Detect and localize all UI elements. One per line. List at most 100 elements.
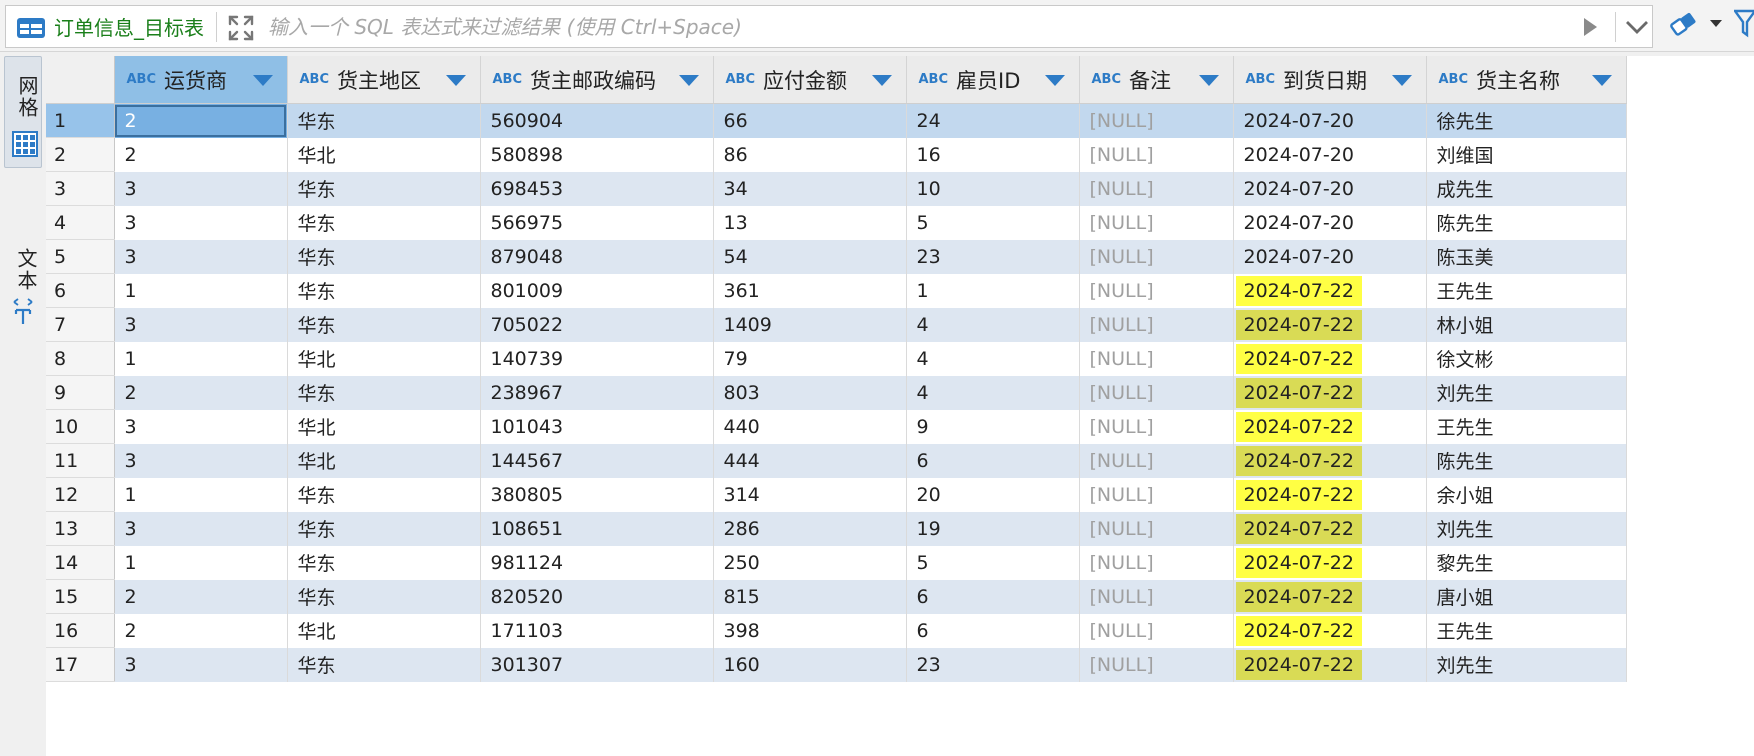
table-cell[interactable]: 2024-07-20	[1233, 205, 1427, 240]
table-cell[interactable]: 黎先生	[1426, 545, 1627, 580]
table-row[interactable]: 17 3 华东 301307 160 23 [NULL] 2024-07-22 刘先生	[46, 647, 1627, 682]
table-cell[interactable]: 23	[906, 239, 1080, 274]
table-row[interactable]: 4 3 华东 566975 13 5 [NULL] 2024-07-20 陈先生	[46, 205, 1627, 240]
row-number[interactable]: 16	[46, 613, 115, 648]
table-cell[interactable]: 华东	[287, 545, 481, 580]
table-cell[interactable]: 2024-07-22	[1233, 375, 1427, 410]
table-cell[interactable]: 3	[114, 171, 288, 206]
table-cell[interactable]: 879048	[480, 239, 714, 274]
table-cell[interactable]: 86	[713, 137, 907, 172]
table-cell[interactable]: [NULL]	[1079, 205, 1234, 240]
table-cell[interactable]: 2024-07-20	[1233, 171, 1427, 206]
table-cell[interactable]: 314	[713, 477, 907, 512]
table-cell[interactable]: [NULL]	[1079, 545, 1234, 580]
history-dropdown-icon[interactable]	[1626, 20, 1648, 34]
table-cell[interactable]: 1	[114, 477, 288, 512]
table-cell[interactable]: 刘先生	[1426, 375, 1627, 410]
table-cell[interactable]: 徐先生	[1426, 103, 1627, 138]
table-cell[interactable]: 陈先生	[1426, 443, 1627, 478]
table-cell[interactable]: 2024-07-22	[1233, 511, 1427, 546]
table-cell[interactable]: 3	[114, 409, 288, 444]
table-cell[interactable]: [NULL]	[1079, 409, 1234, 444]
table-cell[interactable]: 2	[114, 375, 288, 410]
table-cell[interactable]: 20	[906, 477, 1080, 512]
table-cell[interactable]: 2024-07-20	[1233, 239, 1427, 274]
table-cell[interactable]: 13	[713, 205, 907, 240]
column-header[interactable]: ABC 雇员ID	[906, 56, 1080, 104]
table-cell[interactable]: 698453	[480, 171, 714, 206]
table-cell[interactable]: 王先生	[1426, 273, 1627, 308]
table-cell[interactable]: 6	[906, 613, 1080, 648]
table-cell[interactable]: 徐文彬	[1426, 341, 1627, 376]
table-row[interactable]: 14 1 华东 981124 250 5 [NULL] 2024-07-22 黎先生	[46, 545, 1627, 580]
table-cell[interactable]: 19	[906, 511, 1080, 546]
table-cell[interactable]: 刘先生	[1426, 647, 1627, 682]
result-grid[interactable]: ABC 运货商 ABC 货主地区 ABC 货主邮政编码 ABC 应付金额 ABC 雇员ID ABC 备…	[46, 56, 1754, 756]
sort-dropdown-icon[interactable]	[445, 75, 466, 87]
table-row[interactable]: 15 2 华东 820520 815 6 [NULL] 2024-07-22 唐小姐	[46, 579, 1627, 614]
table-cell[interactable]: 刘先生	[1426, 511, 1627, 546]
table-cell[interactable]: [NULL]	[1079, 341, 1234, 376]
column-header[interactable]: ABC 应付金额	[713, 56, 907, 104]
sort-dropdown-icon[interactable]	[252, 75, 273, 87]
table-cell[interactable]: 1	[114, 341, 288, 376]
sort-dropdown-icon[interactable]	[871, 75, 892, 87]
table-cell[interactable]: [NULL]	[1079, 647, 1234, 682]
table-cell[interactable]: 2024-07-20	[1233, 137, 1427, 172]
table-cell[interactable]: 815	[713, 579, 907, 614]
table-cell[interactable]: 2024-07-22	[1233, 613, 1427, 648]
table-cell[interactable]: 803	[713, 375, 907, 410]
table-cell[interactable]: 3	[114, 647, 288, 682]
table-cell[interactable]: [NULL]	[1079, 613, 1234, 648]
row-number[interactable]: 6	[46, 273, 115, 308]
table-cell[interactable]: 108651	[480, 511, 714, 546]
row-number[interactable]: 8	[46, 341, 115, 376]
table-cell[interactable]: 2024-07-22	[1233, 647, 1427, 682]
table-row[interactable]: 10 3 华北 101043 440 9 [NULL] 2024-07-22 王先生	[46, 409, 1627, 444]
table-cell[interactable]: [NULL]	[1079, 171, 1234, 206]
table-cell[interactable]: [NULL]	[1079, 375, 1234, 410]
table-row[interactable]: 8 1 华北 140739 79 4 [NULL] 2024-07-22 徐文彬	[46, 341, 1627, 376]
table-cell[interactable]: [NULL]	[1079, 239, 1234, 274]
table-cell[interactable]: 华北	[287, 613, 481, 648]
table-cell[interactable]: 440	[713, 409, 907, 444]
table-cell[interactable]: 3	[114, 443, 288, 478]
table-name-label[interactable]: 订单信息_目标表	[54, 16, 204, 40]
table-cell[interactable]: 23	[906, 647, 1080, 682]
table-cell[interactable]: [NULL]	[1079, 137, 1234, 172]
filter-funnel-icon[interactable]	[1734, 8, 1754, 38]
table-cell[interactable]: 5	[906, 205, 1080, 240]
row-number[interactable]: 2	[46, 137, 115, 172]
row-number[interactable]: 5	[46, 239, 115, 274]
column-header[interactable]: ABC 备注	[1079, 56, 1234, 104]
table-cell[interactable]: 66	[713, 103, 907, 138]
table-cell[interactable]: 160	[713, 647, 907, 682]
sort-dropdown-icon[interactable]	[1391, 75, 1412, 87]
table-cell[interactable]: 361	[713, 273, 907, 308]
table-cell[interactable]: 444	[713, 443, 907, 478]
table-cell[interactable]: 5	[906, 545, 1080, 580]
table-cell[interactable]: 101043	[480, 409, 714, 444]
table-cell[interactable]: 566975	[480, 205, 714, 240]
table-cell[interactable]: 2	[114, 103, 288, 138]
table-row[interactable]: 9 2 华东 238967 803 4 [NULL] 2024-07-22 刘先生	[46, 375, 1627, 410]
sort-dropdown-icon[interactable]	[1044, 75, 1065, 87]
row-number[interactable]: 7	[46, 307, 115, 342]
table-cell[interactable]: [NULL]	[1079, 443, 1234, 478]
table-cell[interactable]: 华东	[287, 375, 481, 410]
table-cell[interactable]: 6	[906, 443, 1080, 478]
table-cell[interactable]: 林小姐	[1426, 307, 1627, 342]
table-cell[interactable]: 王先生	[1426, 409, 1627, 444]
table-cell[interactable]: 3	[114, 205, 288, 240]
table-row[interactable]: 16 2 华北 171103 398 6 [NULL] 2024-07-22 王先生	[46, 613, 1627, 648]
eraser-icon[interactable]	[1668, 10, 1698, 38]
table-cell[interactable]: 2024-07-22	[1233, 477, 1427, 512]
table-row[interactable]: 6 1 华东 801009 361 1 [NULL] 2024-07-22 王先生	[46, 273, 1627, 308]
table-cell[interactable]: 1	[114, 545, 288, 580]
table-cell[interactable]: 华东	[287, 239, 481, 274]
table-cell[interactable]: 2024-07-22	[1233, 307, 1427, 342]
table-cell[interactable]: 华北	[287, 409, 481, 444]
table-cell[interactable]: 398	[713, 613, 907, 648]
table-cell[interactable]: 3	[114, 511, 288, 546]
column-header[interactable]: ABC 运货商	[114, 56, 288, 104]
